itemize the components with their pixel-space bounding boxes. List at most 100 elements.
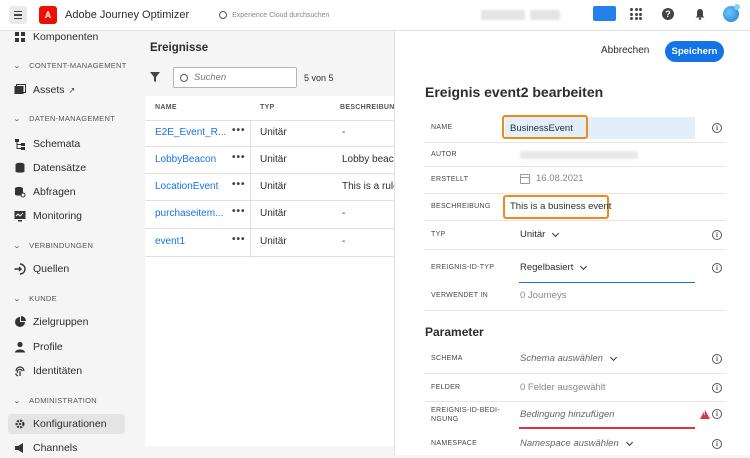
name-value[interactable]: BusinessEvent: [510, 123, 573, 134]
chevron-down-icon: ⌄: [12, 242, 22, 250]
id-type-dropdown[interactable]: Regelbasiert: [520, 262, 588, 273]
id-type-underline: [519, 282, 695, 283]
filter-icon[interactable]: [150, 72, 160, 82]
events-search-input[interactable]: Suchen: [173, 67, 297, 88]
field-divider: [424, 142, 726, 143]
nav-label: Quellen: [33, 263, 70, 275]
name-label: NAME: [431, 124, 453, 131]
info-icon[interactable]: i: [712, 383, 722, 393]
condition-label-cont: NGUNG: [431, 416, 459, 423]
hamburger-menu-icon[interactable]: [9, 6, 27, 24]
row-more-icon[interactable]: •••: [232, 125, 246, 136]
nav-section-kunde[interactable]: ⌄ KUNDE: [13, 294, 57, 303]
table-divider: [145, 256, 394, 257]
nav-item-datensaetze[interactable]: Datensätze: [8, 158, 125, 178]
assets-icon: [14, 84, 26, 94]
description-input[interactable]: This is a business event: [510, 201, 611, 212]
info-icon[interactable]: i: [712, 409, 722, 419]
table-divider: [145, 228, 394, 229]
column-header-description[interactable]: BESCHREIBUNG: [340, 104, 400, 111]
fields-label: FELDER: [431, 384, 461, 391]
row-more-icon[interactable]: •••: [232, 206, 246, 217]
nav-label: Identitäten: [33, 365, 83, 377]
condition-error-underline: [519, 427, 695, 429]
parameters-title: Parameter: [425, 325, 484, 339]
row-more-icon[interactable]: •••: [232, 234, 246, 245]
nav-item-monitoring[interactable]: Monitoring: [8, 206, 125, 226]
global-search-placeholder: Experience Cloud durchsuchen: [232, 11, 330, 19]
nav-item-profile[interactable]: Profile: [8, 337, 125, 357]
calendar-icon: [520, 173, 530, 184]
info-icon[interactable]: i: [712, 354, 722, 364]
nav-label: Assets: [33, 84, 65, 96]
sandbox-switcher[interactable]: [530, 10, 560, 20]
description-label: BESCHREIBUNG: [431, 203, 491, 210]
row-more-icon[interactable]: •••: [232, 179, 246, 190]
event-type: Unitär: [260, 154, 287, 165]
nav-section-daten-management[interactable]: ⌄ DATEN-MANAGEMENT: [13, 114, 115, 123]
datasets-icon: [15, 162, 25, 173]
field-divider: [424, 220, 726, 221]
column-header-name[interactable]: NAME: [155, 104, 177, 111]
nav-item-channels[interactable]: Channels: [8, 438, 125, 458]
table-divider: [145, 120, 394, 121]
nav-section-administration[interactable]: ⌄ ADMINISTRATION: [13, 396, 97, 405]
apps-grid-icon[interactable]: [630, 8, 642, 20]
nav-section-content-management[interactable]: ⌄ CONTENT-MANAGEMENT: [13, 61, 127, 70]
global-search-input[interactable]: Experience Cloud durchsuchen: [219, 6, 339, 24]
column-header-type[interactable]: TYP: [260, 104, 275, 111]
nav-item-identitaeten[interactable]: Identitäten: [8, 361, 125, 381]
type-dropdown[interactable]: Unitär: [520, 229, 560, 240]
nav-section-verbindungen[interactable]: ⌄ VERBINDUNGEN: [12, 241, 93, 250]
info-icon[interactable]: i: [712, 123, 722, 133]
event-description: -: [342, 208, 346, 219]
nav-label: Zielgruppen: [33, 316, 89, 328]
nav-item-komponenten[interactable]: Komponenten: [8, 27, 125, 47]
nav-item-schemata[interactable]: Schemata: [8, 134, 125, 154]
nav-item-konfigurationen[interactable]: Konfigurationen: [8, 414, 125, 434]
save-button[interactable]: Speichern: [665, 41, 724, 62]
event-type: Unitär: [260, 127, 287, 138]
notification-dot-icon: [734, 4, 740, 10]
condition-label: EREIGNIS-ID-BEDI-: [431, 407, 500, 414]
event-name-link[interactable]: LocationEvent: [155, 181, 218, 192]
monitoring-icon: [14, 211, 26, 222]
event-name-link[interactable]: E2E_Event_R...: [155, 127, 226, 138]
profile-icon: [15, 341, 25, 353]
org-switcher[interactable]: [481, 10, 525, 20]
id-type-label: EREIGNIS-ID-TYP: [431, 264, 495, 271]
fields-value[interactable]: 0 Felder ausgewählt: [520, 382, 606, 393]
field-divider: [424, 401, 726, 402]
events-table: [145, 96, 394, 446]
schema-dropdown[interactable]: Schema auswählen: [520, 353, 617, 364]
nav-item-quellen[interactable]: Quellen: [8, 259, 125, 279]
event-description: -: [342, 236, 346, 247]
table-divider: [145, 146, 394, 147]
event-name-link[interactable]: event1: [155, 236, 185, 247]
search-icon: [180, 73, 188, 82]
event-name-link[interactable]: LobbyBeacon: [155, 154, 216, 165]
nav-label: Abfragen: [33, 186, 76, 198]
used-in-label: VERWENDET IN: [431, 292, 489, 299]
nav-item-assets[interactable]: Assets ↗: [8, 80, 125, 100]
row-more-icon[interactable]: •••: [232, 152, 246, 163]
chevron-down-icon: [552, 229, 560, 237]
notifications-bell-icon[interactable]: [694, 8, 706, 20]
namespace-dropdown[interactable]: Namespace auswählen: [520, 438, 633, 449]
components-icon: [15, 32, 25, 42]
namespace-label: NAMESPACE: [431, 440, 478, 447]
environment-badge[interactable]: [593, 6, 616, 21]
condition-input[interactable]: Bedingung hinzufügen: [520, 409, 615, 420]
nav-item-abfragen[interactable]: Abfragen: [8, 182, 125, 202]
nav-item-zielgruppen[interactable]: Zielgruppen: [8, 312, 125, 332]
info-icon[interactable]: i: [712, 263, 722, 273]
event-description: Lobby beacon: [342, 154, 394, 165]
help-icon[interactable]: ?: [662, 8, 674, 20]
event-description: -: [342, 127, 346, 138]
field-divider: [424, 249, 726, 250]
cancel-button[interactable]: Abbrechen: [601, 45, 649, 56]
used-in-value: 0 Journeys: [520, 290, 567, 301]
event-name-link[interactable]: purchaseitem...: [155, 208, 223, 219]
info-icon[interactable]: i: [712, 230, 722, 240]
info-icon[interactable]: i: [712, 439, 722, 449]
